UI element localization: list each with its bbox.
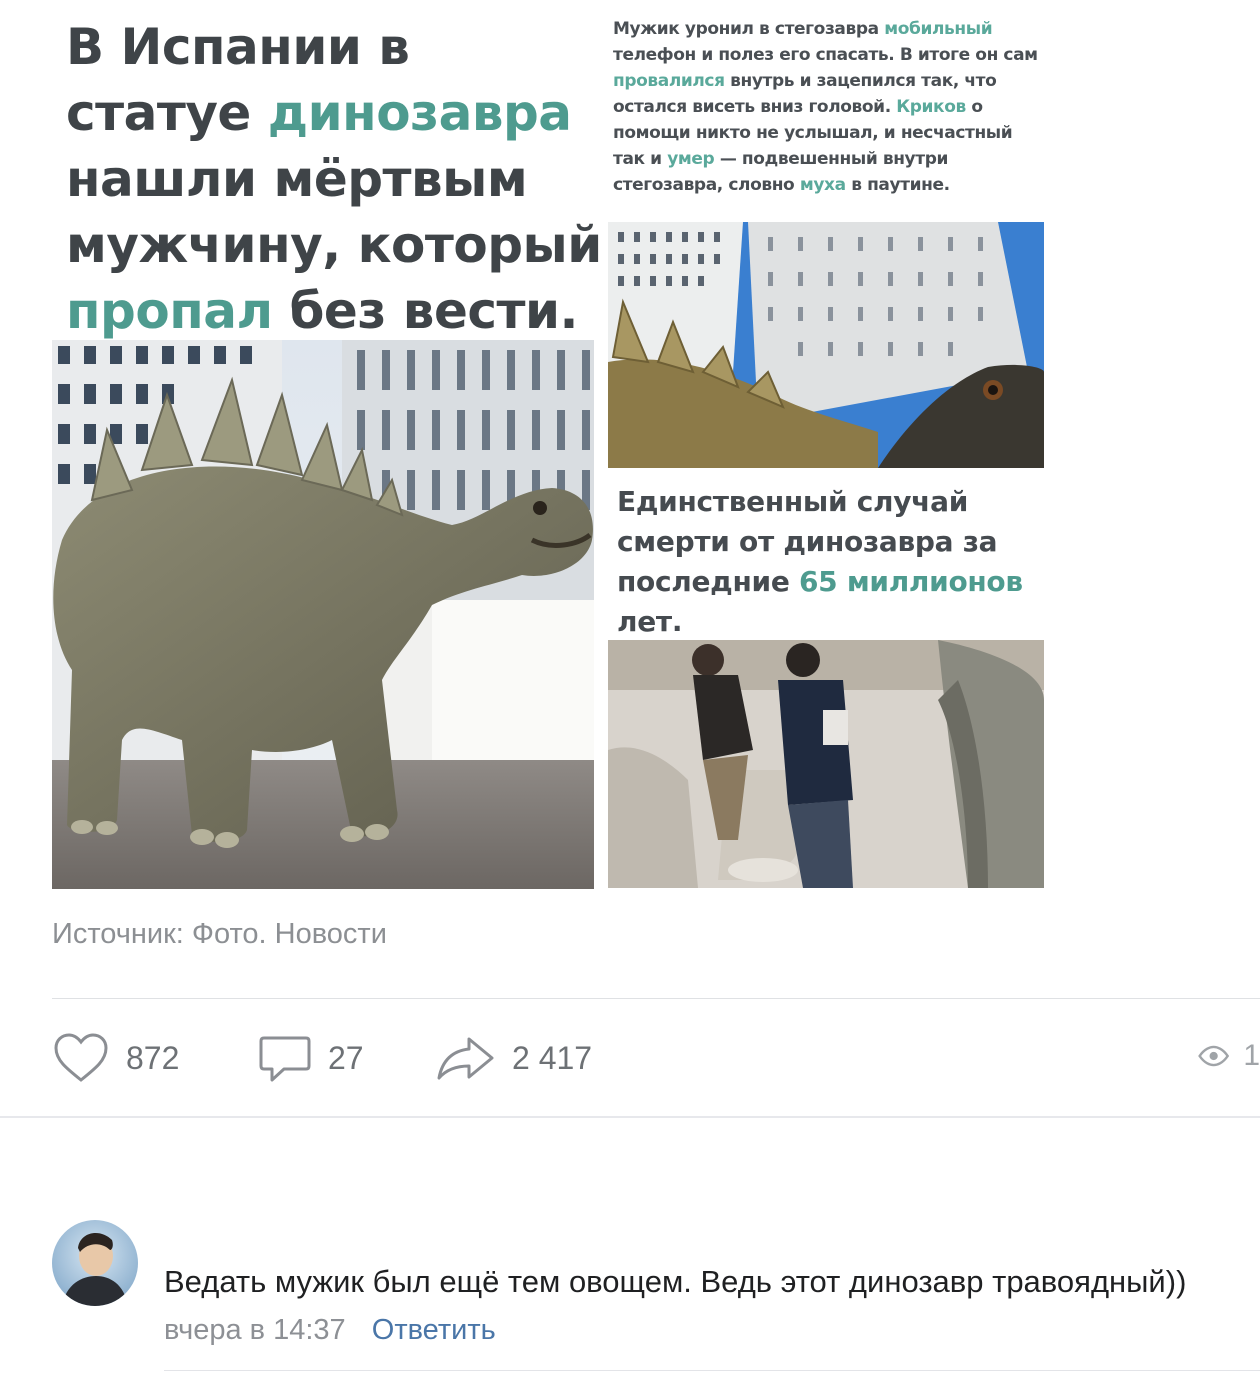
story-highlight-2: провалился xyxy=(613,71,725,91)
building-dinosaur-photo xyxy=(608,222,1044,468)
heart-icon xyxy=(54,1033,108,1082)
story-highlight-4: умер xyxy=(667,149,715,169)
like-button[interactable]: 872 xyxy=(52,1030,179,1086)
headline-text-3: без вести. xyxy=(272,282,579,340)
comment-bubble-icon xyxy=(259,1036,311,1082)
views-indicator: 1 xyxy=(1198,1036,1260,1076)
story-highlight-3: Криков xyxy=(896,97,966,117)
headline-text-2: нашли мёртвым мужчину, который xyxy=(66,150,602,274)
comment-item: Ведать мужик был ещё тем овощем. Ведь эт… xyxy=(52,1220,1260,1370)
caption-highlight: 65 миллионов xyxy=(799,565,1023,598)
comment-timestamp: вчера в 14:37 xyxy=(164,1314,346,1346)
section-divider xyxy=(0,1116,1260,1118)
story-highlight-1: мобильный xyxy=(884,19,993,39)
comment-text: Ведать мужик был ещё тем овощем. Ведь эт… xyxy=(164,1264,1187,1299)
caption-text: Единственный случай смерти от динозавра … xyxy=(617,482,1047,642)
story-text-6: в паутине. xyxy=(845,175,950,195)
post-actions: 872 27 2 417 xyxy=(52,1030,1260,1086)
comment-meta: вчера в 14:37 Ответить xyxy=(164,1314,496,1347)
eye-icon xyxy=(1198,1045,1230,1067)
avatar[interactable] xyxy=(52,1220,138,1306)
source-credit: Источник: Фото. Новости xyxy=(52,918,387,950)
story-highlight-5: муха xyxy=(799,175,846,195)
comment-button[interactable]: 27 xyxy=(258,1030,364,1086)
headline-highlight-2: пропал xyxy=(66,282,273,340)
caption-text-2: лет. xyxy=(617,605,683,638)
headline-highlight-1: динозавра xyxy=(267,84,572,142)
story-text-1: Мужик уронил в стегозавра xyxy=(613,19,885,39)
share-button[interactable]: 2 417 xyxy=(436,1030,592,1086)
story-text-2: телефон и полез его спасать. В итоге он … xyxy=(613,45,1038,65)
story-text: Мужик уронил в стегозавра мобильный теле… xyxy=(613,16,1045,198)
rescue-photo xyxy=(608,640,1044,888)
headline: В Испании в статуе динозавра нашли мёртв… xyxy=(66,14,606,344)
reply-button[interactable]: Ответить xyxy=(372,1314,496,1346)
views-count: 1 xyxy=(1243,1039,1260,1072)
post-image[interactable]: В Испании в статуе динозавра нашли мёртв… xyxy=(0,0,1260,900)
stegosaurus-photo xyxy=(52,340,594,889)
like-count: 872 xyxy=(126,1039,180,1076)
divider xyxy=(52,998,1260,999)
share-count: 2 417 xyxy=(512,1039,593,1076)
comment-count: 27 xyxy=(328,1039,364,1076)
share-arrow-icon xyxy=(437,1037,494,1080)
comment-divider xyxy=(164,1370,1260,1371)
